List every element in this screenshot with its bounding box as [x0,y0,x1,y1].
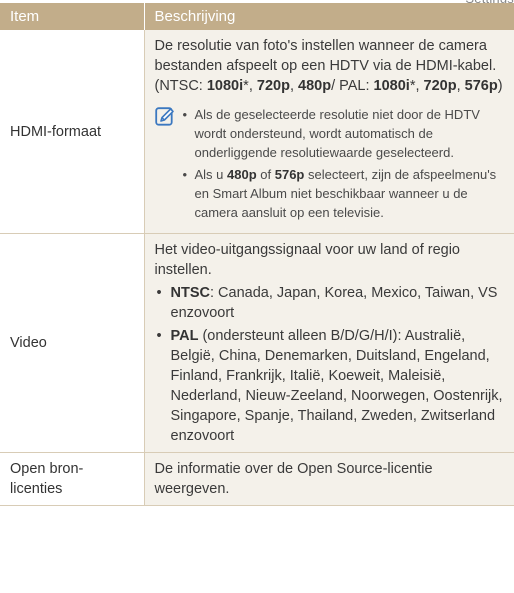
note-pencil-icon [154,105,181,225]
video-intro-text: Het video-uitgangssignaal voor uw land o… [154,242,461,278]
note-list: Als de geselecteerde resolutie niet door… [181,105,505,225]
item-label-open-source-licenses: Open bron-licenties [0,452,145,506]
note-item: Als u 480p of 576p selecteert, zijn de a… [181,165,505,222]
description-video: Het video-uitgangssignaal voor uw land o… [144,233,514,453]
hdmi-description-text: De resolutie van foto's instellen wannee… [154,38,503,94]
column-header-item: Item [0,3,145,30]
column-header-description: Beschrijving [144,3,514,30]
item-label-hdmi-format: HDMI-formaat [0,30,145,234]
table-header-row: Item Beschrijving [0,3,514,30]
list-item: PAL (ondersteunt alleen B/D/G/H/I): Aust… [155,326,505,446]
table-row-hdmi-format: HDMI-formaat De resolutie van foto's ins… [0,30,514,234]
note-box: Als de geselecteerde resolutie niet door… [154,105,505,227]
note-item: Als de geselecteerde resolutie niet door… [181,105,505,162]
item-label-video: Video [0,233,145,453]
description-hdmi-format: De resolutie van foto's instellen wannee… [144,30,514,234]
settings-table: Item Beschrijving HDMI-formaat De resolu… [0,3,514,506]
list-item: NTSC: Canada, Japan, Korea, Mexico, Taiw… [155,283,505,323]
video-standard-list: NTSC: Canada, Japan, Korea, Mexico, Taiw… [155,283,505,446]
table-row-video: Video Het video-uitgangssignaal voor uw … [0,233,514,453]
table-row-open-source-licenses: Open bron-licenties De informatie over d… [0,452,514,506]
description-open-source-licenses: De informatie over de Open Source-licent… [144,452,514,506]
